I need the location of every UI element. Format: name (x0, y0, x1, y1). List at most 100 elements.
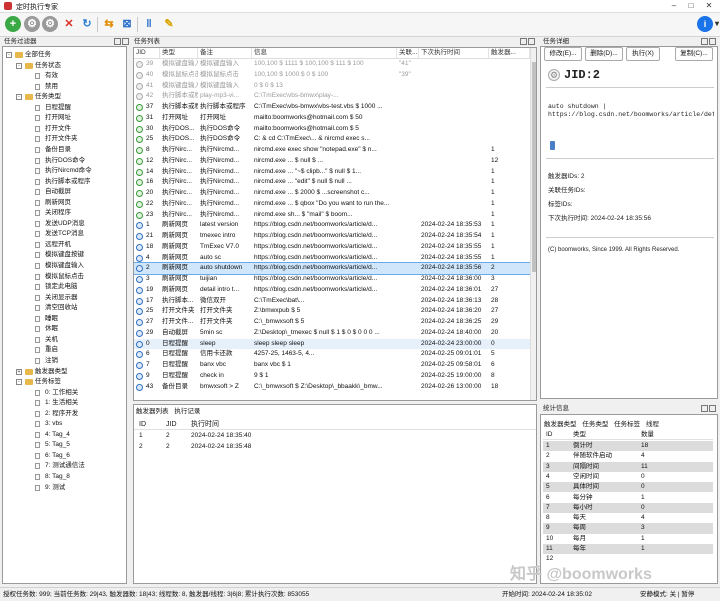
task-status-icon (136, 383, 143, 391)
tab-trigger-type[interactable]: 触发器类型 (544, 421, 577, 428)
tab-trigger-list[interactable]: 触发器列表 (136, 408, 169, 415)
tools-icon[interactable]: ✎ (161, 16, 177, 32)
table-row[interactable]: 31 打开网址 打开网址 mailto:boomworks@hotmail.com $… (134, 113, 530, 124)
table-row[interactable]: 30 执行DOS... 执行DOS命令 mailto:boomworks@hotmai… (134, 124, 530, 135)
tab-task-tag[interactable]: 任务标签 (614, 421, 640, 428)
table-row[interactable]: 4 刷新网页 auto sc https://blog.csdn.net/boomwo… (134, 253, 530, 264)
table-row[interactable]: 18 刷新网页 TmExec V7.0 https://blog.csdn.net/b… (134, 242, 530, 253)
minimize-button[interactable]: – (667, 1, 681, 11)
table-cell: 1 (491, 189, 495, 196)
column-header[interactable]: 下次执行时间 (419, 48, 489, 58)
table-row[interactable]: 1 刷新网页 latest version https://blog.csdn.net… (134, 220, 530, 231)
table-row[interactable]: 0 日程提醒 sleep sleep sleep sleep 2024-02-24 23… (134, 338, 530, 350)
table-row[interactable]: 7 日程提醒 banx vbc banx vbc $ 1 2024-02-25 09:5… (134, 360, 530, 371)
swap-icon[interactable]: ⇆ (101, 16, 117, 32)
table-row[interactable]: 17 执行脚本... 微信双开 C:\TmExec\bat\... 2024-02-24… (134, 296, 530, 307)
panel-buttons[interactable] (114, 38, 130, 45)
table-row[interactable]: 25 打开文件夹 打开文件夹 Z:\bmwxpub $ 5 2024-02-24 18:… (134, 306, 530, 317)
column-header[interactable]: 信息 (252, 48, 397, 58)
table-row[interactable]: 19 刷新网页 detail intro t... https://blog.csdn… (134, 285, 530, 296)
table-cell: 6 (546, 493, 550, 501)
gear-icon[interactable]: ⚙ (24, 16, 40, 32)
table-cell: 2 (146, 264, 150, 272)
table-row[interactable]: 2 2 2024-02-24 18:35:48 (134, 442, 536, 453)
panel-buttons[interactable] (701, 38, 717, 45)
table-row[interactable]: 25 执行DOS... 执行DOS命令 C: & cd C:\TmExec\... &… (134, 134, 530, 145)
table-row[interactable]: 40 模拟鼠标点击 模拟鼠标点击 100,100 $ 1000 $ 0 $ 100 "3… (134, 70, 530, 81)
table-row[interactable]: 16 执行Nirc... 执行Nircmd... nircmd.exe ... "ed… (134, 177, 530, 188)
column-header[interactable]: 备注 (198, 48, 252, 58)
table-row[interactable]: 8 每天 4 (543, 513, 713, 523)
panel-buttons[interactable] (701, 405, 717, 412)
table-row[interactable]: 6 日程提醒 信用卡还款 4257-25, 1463-5, 4... 2024-02-2… (134, 349, 530, 360)
filter-tree[interactable]: - 全部任务 - 任务状态 有效 禁用 - 任务类型 日程提醒 打开网址 打开文件 打开文件夹 备份目录… (2, 46, 127, 584)
table-row[interactable]: 41 模拟键盘输入 模拟键盘输入 0 $ 0 $ 13 (134, 81, 530, 92)
tree-item-label: 模拟键盘按键 (45, 251, 84, 259)
table-row[interactable]: 23 执行Nirc... 执行Nircmd... nircmd.exe sh... $… (134, 210, 530, 221)
table-row[interactable]: 8 执行Nirc... 执行Nircmd... nircmd.exe exec sho… (134, 145, 530, 156)
table-row[interactable]: 22 执行Nirc... 执行Nircmd... nircmd.exe ... $ q… (134, 199, 530, 210)
copy-button[interactable]: 复制(C)... (675, 47, 713, 61)
tab-exec-log[interactable]: 执行记录 (174, 408, 200, 415)
tree-expander-icon[interactable]: - (16, 379, 22, 386)
tab-thread[interactable]: 线程 (646, 421, 659, 428)
refresh-icon[interactable]: ↻ (79, 16, 95, 32)
pause-icon[interactable]: ‖ (141, 16, 157, 32)
task-scrollbar[interactable] (530, 48, 536, 400)
table-row[interactable]: 9 日程提醒 check in 9 $ 1 2024-02-25 19:00:00 8 (134, 371, 530, 382)
table-row[interactable]: 4 空闲时间 0 (543, 472, 713, 482)
settings-icon[interactable]: ⚙ (42, 16, 58, 32)
table-row[interactable]: 21 刷新网页 tmexec intro https://blog.csdn.net/… (134, 231, 530, 242)
item-icon (35, 252, 40, 259)
table-row[interactable]: 37 执行脚本或程序执行脚本或程序 C:\TmExec\vbs-bmwx\vbs-t… (134, 102, 530, 113)
table-row[interactable]: 27 打开文件... 打开文件夹 C:\_bmwxsoft $ 5 2024-02-24… (134, 317, 530, 328)
close-window-button[interactable]: ✕ (702, 1, 716, 11)
item-icon (35, 104, 40, 111)
table-row[interactable]: 3 刷新网页 tuijian https://blog.csdn.net/boomwo… (134, 274, 530, 285)
table-row[interactable]: 9 每周 3 (543, 523, 713, 534)
column-header[interactable]: 关联... (397, 48, 419, 58)
table-cell: 30 (146, 124, 154, 132)
table-row[interactable]: 42 执行脚本或程序play-mp3-vi... C:\TmExec\vbs-bmw… (134, 91, 530, 102)
delete-button[interactable]: 删除(D)... (585, 47, 623, 61)
table-row[interactable]: 10 每月 1 (543, 534, 713, 544)
table-row[interactable]: 20 执行Nirc... 执行Nircmd... nircmd.exe ... $ 2… (134, 188, 530, 199)
table-row[interactable]: 1 2 2024-02-24 18:35:40 (134, 431, 536, 442)
table-row[interactable]: 6 每分钟 1 (543, 493, 713, 503)
tree-item-label: 打开文件 (45, 124, 71, 132)
stop-icon[interactable]: ⊠ (119, 16, 135, 32)
table-row[interactable]: 7 每小时 0 (543, 502, 713, 514)
edit-button[interactable]: 修改(E)... (544, 47, 582, 61)
table-cell: nircmd.exe ... $ qbox "Do you want to ru… (254, 199, 390, 207)
scrollbar-thumb[interactable] (532, 62, 536, 272)
tab-task-type[interactable]: 任务类型 (582, 421, 608, 428)
table-row[interactable]: 12 执行Nirc... 执行Nircmd... nircmd.exe ... $ n… (134, 156, 530, 167)
table-row[interactable]: 11 每年 1 (543, 544, 713, 555)
maximize-button[interactable]: □ (684, 1, 698, 11)
tree-expander-icon[interactable]: + (16, 368, 22, 375)
table-row[interactable]: 3 间隔时间 11 (543, 461, 713, 472)
table-cell: 39 (146, 60, 154, 67)
table-row[interactable]: 14 执行Nirc... 执行Nircmd... nircmd.exe ... "~$… (134, 167, 530, 178)
column-header[interactable]: 触发器... (489, 48, 530, 58)
table-row[interactable]: 2 刷新网页 auto shutdown https://blog.csdn.net/… (134, 262, 531, 275)
table-row[interactable]: 29 自动截屏 5min sc Z:\Desktop\_tmexec $ null $… (134, 328, 530, 339)
run-button[interactable]: 执行(X) (626, 47, 660, 61)
dropdown-icon[interactable]: ▾ (709, 16, 720, 32)
table-row[interactable]: 39 模拟键盘输入 模拟键盘输入 100,100 $ 1111 $ 100,100 $… (134, 59, 530, 70)
table-row[interactable]: 5 具体时间 0 (543, 482, 713, 493)
table-row[interactable]: 2 伴随软件启动 4 (543, 451, 713, 461)
item-icon (35, 199, 40, 206)
panel-buttons[interactable] (520, 38, 536, 45)
tree-expander-icon[interactable]: - (16, 94, 22, 101)
table-cell: 1 (491, 232, 495, 239)
add-task-icon[interactable]: + (5, 16, 21, 32)
delete-icon[interactable]: ✕ (61, 16, 77, 32)
task-table[interactable]: JID 类型 备注 信息 关联... 下次执行时间 触发器... 39 模拟键盘输入 模拟键盘输… (133, 47, 537, 401)
column-header[interactable]: 类型 (160, 48, 198, 58)
tree-expander-icon[interactable]: - (6, 52, 12, 58)
tree-expander-icon[interactable]: - (16, 62, 22, 69)
table-row[interactable]: 1 倒计时 18 (543, 441, 713, 452)
table-row[interactable]: 43 备份目录 bmwxsoft > Z C:\_bmwxsoft $ Z:\Desk… (134, 382, 530, 393)
column-header[interactable]: JID (134, 48, 160, 58)
